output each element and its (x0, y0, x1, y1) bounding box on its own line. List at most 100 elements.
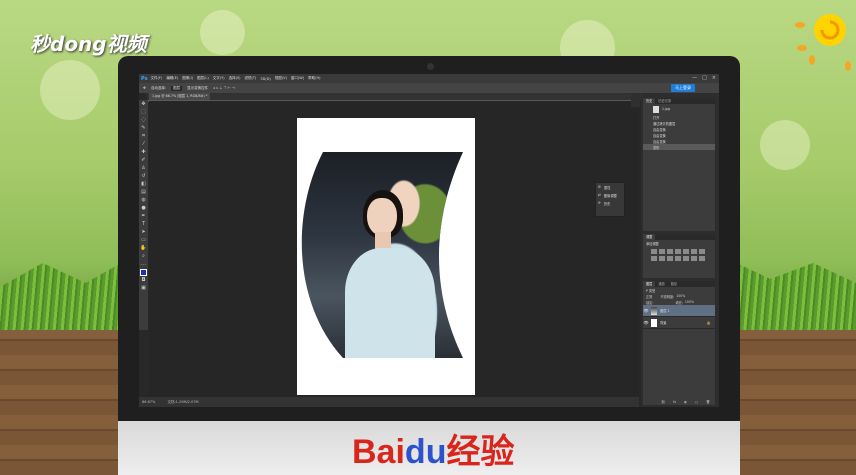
zoom-tool-icon[interactable]: ⌕ (139, 252, 148, 260)
brightness-icon[interactable] (651, 249, 657, 254)
blur-tool-icon[interactable]: ◍ (139, 196, 148, 204)
photo-face (367, 198, 397, 236)
lookup-icon[interactable] (675, 256, 681, 261)
layer-name[interactable]: 图层 1 (660, 308, 670, 313)
panel-item-history[interactable]: ⟳ 历史 (596, 199, 624, 207)
brand-paw: du (404, 433, 447, 471)
menu-type[interactable]: 文字(Y) (213, 76, 225, 81)
curves-icon[interactable] (667, 249, 673, 254)
eye-icon[interactable]: 👁 (643, 308, 649, 313)
path-select-icon[interactable]: ➤ (139, 228, 148, 236)
menu-3d[interactable]: 3D(D) (260, 77, 270, 81)
adjustment-icons (643, 246, 715, 264)
menu-layer[interactable]: 图层(L) (197, 76, 209, 81)
shape-tool-icon[interactable]: ▭ (139, 236, 148, 244)
channel-mixer-icon[interactable] (667, 256, 673, 261)
window-controls: — □ × (692, 75, 716, 81)
type-tool-icon[interactable]: T (139, 220, 148, 228)
move-tool-icon[interactable]: ✥ (139, 100, 148, 108)
menu-window[interactable]: 窗口(W) (291, 76, 304, 81)
tab-channels[interactable]: 通道 (655, 281, 667, 287)
layer-kind-filter[interactable]: P 类型 (646, 288, 655, 293)
layer-row[interactable]: 👁 图层 1 (643, 305, 715, 317)
document-tab[interactable]: 1.jpg @ 66.7% (图层 1, RGB/8#) * (149, 93, 211, 100)
maximize-button[interactable]: □ (702, 75, 707, 81)
menu-help[interactable]: 帮助(H) (308, 76, 320, 81)
layers-panel: 图层 通道 路径 P 类型 正常 不透明度: 100% 锁定: 填充: 100%… (643, 281, 715, 405)
lasso-tool-icon[interactable]: ◌ (139, 116, 148, 124)
adjustments-panel: 调整 添加调整 (643, 234, 715, 278)
show-transform-checkbox[interactable]: 显示变换控件 (187, 86, 208, 91)
document-canvas[interactable] (297, 118, 475, 395)
history-panel: 历史 历史记录 1.jpg 打开 通过拷贝的图层 自由变换 自由变换 自由变换 … (643, 98, 715, 231)
quick-mask-icon[interactable]: ◘ (139, 276, 148, 284)
tab-history-log[interactable]: 历史记录 (655, 98, 674, 104)
menu-filter[interactable]: 滤镜(T) (245, 76, 257, 81)
levels-icon[interactable] (659, 249, 665, 254)
mask-icon[interactable]: ◐ (684, 400, 687, 404)
document-tab-bar: 1.jpg @ 66.7% (图层 1, RGB/8#) * (147, 93, 641, 100)
bw-icon[interactable] (651, 256, 657, 261)
brush-tool-icon[interactable]: ✐ (139, 156, 148, 164)
invert-icon[interactable] (683, 256, 689, 261)
history-item-selected[interactable]: 变形 (643, 144, 715, 150)
crop-tool-icon[interactable]: ⌗ (139, 132, 148, 140)
eraser-tool-icon[interactable]: ◧ (139, 180, 148, 188)
blend-mode-select[interactable]: 正常 (646, 294, 652, 299)
posterize-icon[interactable] (691, 256, 697, 261)
gradient-tool-icon[interactable]: ▤ (139, 188, 148, 196)
align-icons[interactable]: ⫷ ⫸ ⊥ ⊤ ⊢ ⊣ (213, 86, 235, 90)
dodge-tool-icon[interactable]: ● (139, 204, 148, 212)
tab-layers[interactable]: 图层 (643, 281, 656, 287)
marquee-tool-icon[interactable]: ⬚ (139, 108, 148, 116)
history-snapshot[interactable]: 1.jpg (643, 104, 715, 114)
hue-icon[interactable] (691, 249, 697, 254)
color-balance-icon[interactable] (699, 249, 705, 254)
menu-edit[interactable]: 编辑(E) (166, 76, 178, 81)
history-brush-icon[interactable]: ↺ (139, 172, 148, 180)
new-layer-icon[interactable]: ▢ (695, 400, 698, 404)
right-panel-column: 历史 历史记录 1.jpg 打开 通过拷贝的图层 自由变换 自由变换 自由变换 … (641, 93, 719, 407)
fill-value[interactable]: 100% (685, 300, 694, 304)
menu-image[interactable]: 图像(I) (182, 76, 193, 81)
menu-select[interactable]: 选择(S) (229, 76, 241, 81)
tab-history[interactable]: 历史 (643, 98, 656, 104)
exposure-icon[interactable] (675, 249, 681, 254)
healing-brush-icon[interactable]: ✚ (139, 148, 148, 156)
quick-select-icon[interactable]: ✎ (139, 124, 148, 132)
threshold-icon[interactable] (699, 256, 705, 261)
fx-icon[interactable]: fx (673, 400, 676, 404)
auto-select-dropdown[interactable]: 图层 (171, 85, 183, 91)
trash-icon[interactable]: 🗑 (706, 400, 710, 404)
hand-tool-icon[interactable]: ✋ (139, 244, 148, 252)
photo-filter-icon[interactable] (659, 256, 665, 261)
pen-tool-icon[interactable]: ✒ (139, 212, 148, 220)
login-button[interactable]: 马上登录 (671, 84, 695, 92)
opacity-value[interactable]: 100% (676, 294, 685, 298)
doc-size: 文档:1.29M/2.07M (167, 400, 199, 404)
link-icon[interactable]: ⛓ (661, 400, 665, 404)
minimize-button[interactable]: — (692, 75, 697, 81)
eyedropper-icon[interactable]: ⁄ (139, 140, 148, 148)
lock-label: 锁定: (646, 300, 654, 305)
layer-row[interactable]: 👁 背景 🔒 (643, 317, 715, 329)
eye-icon[interactable]: 👁 (643, 320, 649, 325)
close-button[interactable]: × (712, 75, 716, 81)
color-swatch-icon[interactable] (139, 268, 148, 276)
panel-item-properties[interactable]: ☰ 属性 (596, 183, 624, 191)
vibrance-icon[interactable] (683, 249, 689, 254)
stamp-tool-icon[interactable]: ♙ (139, 164, 148, 172)
menu-file[interactable]: 文件(F) (151, 76, 163, 81)
screen-mode-icon[interactable]: ▣ (139, 284, 148, 292)
layer-name[interactable]: 背景 (660, 320, 667, 325)
menu-view[interactable]: 视图(V) (275, 76, 287, 81)
tab-paths[interactable]: 路径 (668, 281, 680, 287)
panel-item-adjust[interactable]: ⇄ 图像调整 (596, 191, 624, 199)
tab-adjustments[interactable]: 调整 (643, 234, 656, 240)
more-tools-icon[interactable]: … (139, 260, 148, 268)
move-tool-icon[interactable]: ✥ (143, 86, 146, 90)
collapsed-panel-strip[interactable] (631, 93, 640, 107)
zoom-level[interactable]: 66.67% (142, 400, 155, 404)
adjust-icon: ⇄ (598, 193, 601, 197)
auto-select-label[interactable]: 自动选择: (151, 86, 166, 91)
